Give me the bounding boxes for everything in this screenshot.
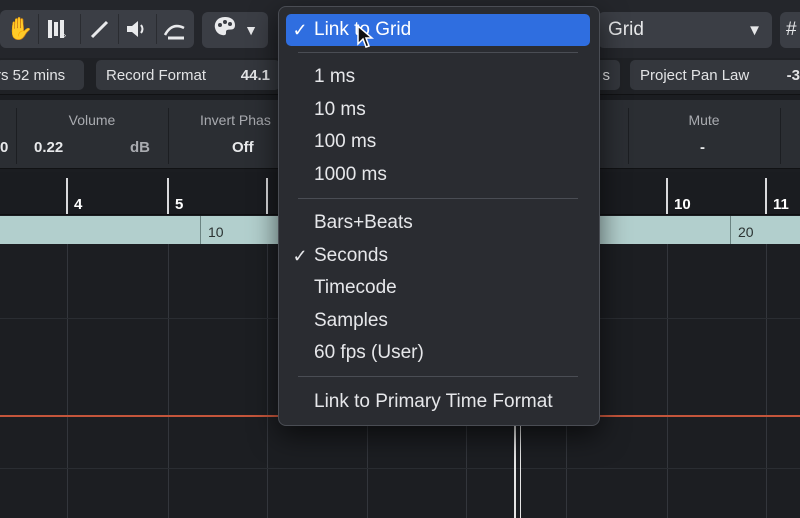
bar-number: 5	[175, 196, 184, 213]
volume-value[interactable]: 0.22	[34, 139, 63, 156]
mouse-pointer-icon	[356, 24, 375, 55]
menu-item-1000ms[interactable]: 1000 ms	[286, 159, 590, 191]
menu-item-link-to-primary-time-format[interactable]: Link to Primary Time Format	[286, 386, 590, 418]
check-icon: ✓	[292, 19, 308, 40]
cell-divider	[780, 108, 781, 164]
bar-tick	[66, 178, 68, 214]
menu-item-bars-beats[interactable]: Bars+Beats	[286, 207, 590, 239]
grid-line	[267, 244, 268, 518]
pan-law-label: Project Pan Law	[640, 66, 750, 84]
grid-line	[67, 244, 68, 518]
project-pan-law-chip[interactable]: Project Pan Law -3	[630, 60, 800, 90]
menu-item-1ms[interactable]: 1 ms	[286, 61, 590, 93]
chevron-down-icon: ▼	[747, 21, 762, 39]
snap-type-dropdown[interactable]: Grid ▼	[598, 12, 772, 48]
bar-number: 11	[773, 196, 789, 213]
project-length-chip[interactable]: rs 52 mins	[0, 60, 84, 90]
seconds-tick	[730, 216, 731, 244]
grid-line	[766, 244, 767, 518]
track-separator	[0, 468, 800, 469]
menu-item-label: Samples	[314, 310, 388, 331]
menu-item-label: Timecode	[314, 277, 397, 298]
hand-icon[interactable]: ✋	[4, 10, 36, 48]
menu-item-label: 1 ms	[314, 66, 356, 87]
menu-item-label: 100 ms	[314, 131, 377, 152]
chevron-down-icon: ▼	[244, 22, 258, 38]
mute-label: Mute	[688, 112, 720, 128]
bar-tick	[266, 178, 268, 214]
grid-icon: #	[786, 19, 797, 40]
grid-options-button[interactable]: #	[780, 12, 800, 48]
bar-tick	[666, 178, 668, 214]
menu-item-100ms[interactable]: 100 ms	[286, 126, 590, 158]
menu-separator	[298, 376, 578, 377]
svg-text:‹›: ‹›	[60, 31, 66, 40]
bar-number: 4	[74, 196, 83, 213]
volume-unit: dB	[130, 139, 150, 156]
color-dropdown[interactable]: ▼	[202, 12, 268, 48]
frame-rate-fragment: s	[602, 66, 611, 84]
menu-item-10ms[interactable]: 10 ms	[286, 94, 590, 126]
menu-item-timecode[interactable]: Timecode	[286, 272, 590, 304]
project-cursor-shadow	[520, 425, 521, 518]
menu-item-60fps-user[interactable]: 60 fps (User)	[286, 337, 590, 369]
menu-separator	[298, 52, 578, 53]
bar-tick	[765, 178, 767, 214]
invert-phase-label: Invert Phas	[200, 112, 271, 128]
project-length-value: rs 52 mins	[0, 66, 66, 84]
bar-tick	[167, 178, 169, 214]
speaker-icon[interactable]	[120, 10, 152, 48]
menu-separator	[298, 198, 578, 199]
snap-type-value: Grid	[608, 19, 644, 40]
menu-item-label: 10 ms	[314, 99, 366, 120]
tool-divider	[118, 14, 119, 44]
record-format-chip[interactable]: Record Format 44.1	[96, 60, 280, 90]
grid-line	[667, 244, 668, 518]
cell-divider	[628, 108, 629, 164]
menu-item-label: Bars+Beats	[314, 212, 413, 233]
seconds-number: 10	[208, 224, 224, 240]
volume-label: Volume	[68, 112, 116, 128]
left-cell-value[interactable]: 0	[0, 139, 8, 156]
mute-tool-icon[interactable]: ‹›	[42, 10, 76, 48]
menu-item-label: Seconds	[314, 245, 388, 266]
menu-item-link-to-grid[interactable]: ✓ Link to Grid	[286, 14, 590, 46]
invert-phase-value[interactable]: Off	[232, 139, 254, 156]
menu-item-label: 1000 ms	[314, 164, 387, 185]
grid-line	[168, 244, 169, 518]
pencil-icon[interactable]	[84, 10, 116, 48]
palette-icon	[212, 15, 238, 45]
seconds-number: 20	[738, 224, 754, 240]
menu-item-seconds[interactable]: ✓ Seconds	[286, 240, 590, 272]
check-icon: ✓	[292, 245, 308, 266]
seconds-tick	[200, 216, 201, 244]
cell-divider	[168, 108, 169, 164]
cell-divider	[16, 108, 17, 164]
mute-value[interactable]: -	[700, 139, 705, 156]
tool-divider	[156, 14, 157, 44]
pan-law-value: -3	[786, 66, 800, 84]
tool-divider	[38, 14, 39, 44]
record-format-label: Record Format	[106, 66, 207, 84]
tool-divider	[80, 14, 81, 44]
record-format-value: 44.1	[240, 66, 270, 84]
menu-item-label: Link to Primary Time Format	[314, 391, 553, 412]
menu-item-label: 60 fps (User)	[314, 342, 424, 363]
line-tool-icon[interactable]	[158, 10, 192, 48]
bar-number: 10	[674, 196, 691, 213]
menu-item-samples[interactable]: Samples	[286, 305, 590, 337]
project-cursor[interactable]	[514, 425, 516, 518]
